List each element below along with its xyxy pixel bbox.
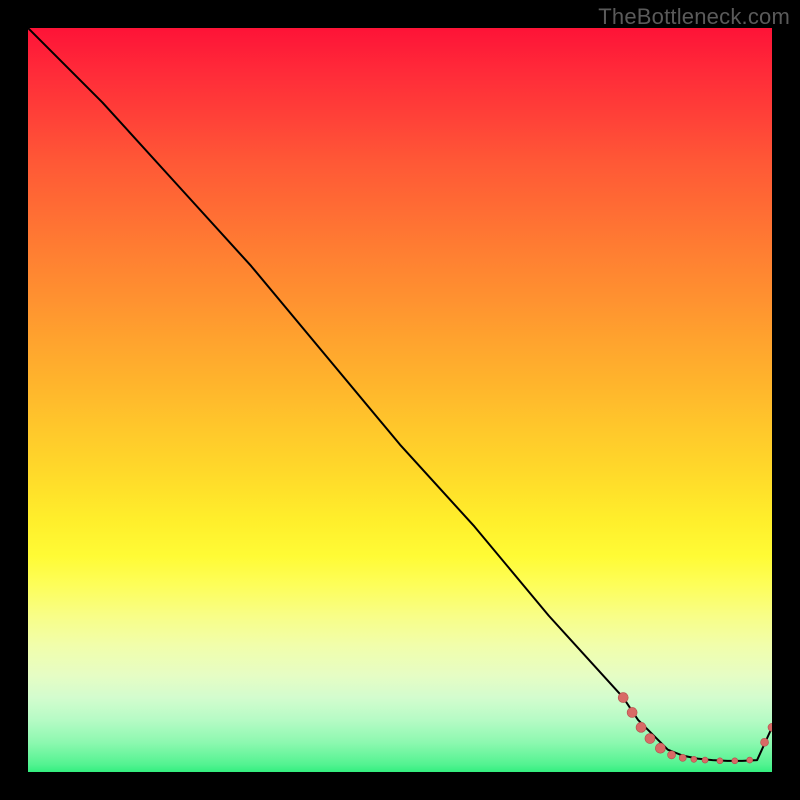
data-marker xyxy=(747,757,753,763)
data-marker xyxy=(618,693,628,703)
chart-svg xyxy=(28,28,772,772)
data-marker xyxy=(645,734,655,744)
data-marker xyxy=(636,722,646,732)
chart-frame: TheBottleneck.com xyxy=(0,0,800,800)
watermark-text: TheBottleneck.com xyxy=(598,4,790,30)
data-marker xyxy=(761,738,769,746)
data-marker xyxy=(655,743,665,753)
data-marker xyxy=(691,756,697,762)
data-marker xyxy=(732,758,738,764)
data-marker xyxy=(668,751,676,759)
data-marker xyxy=(717,758,723,764)
data-marker xyxy=(679,754,686,761)
main-curve xyxy=(28,28,772,761)
data-marker xyxy=(702,757,708,763)
data-marker xyxy=(627,707,637,717)
data-marker xyxy=(768,723,772,731)
plot-area xyxy=(28,28,772,772)
